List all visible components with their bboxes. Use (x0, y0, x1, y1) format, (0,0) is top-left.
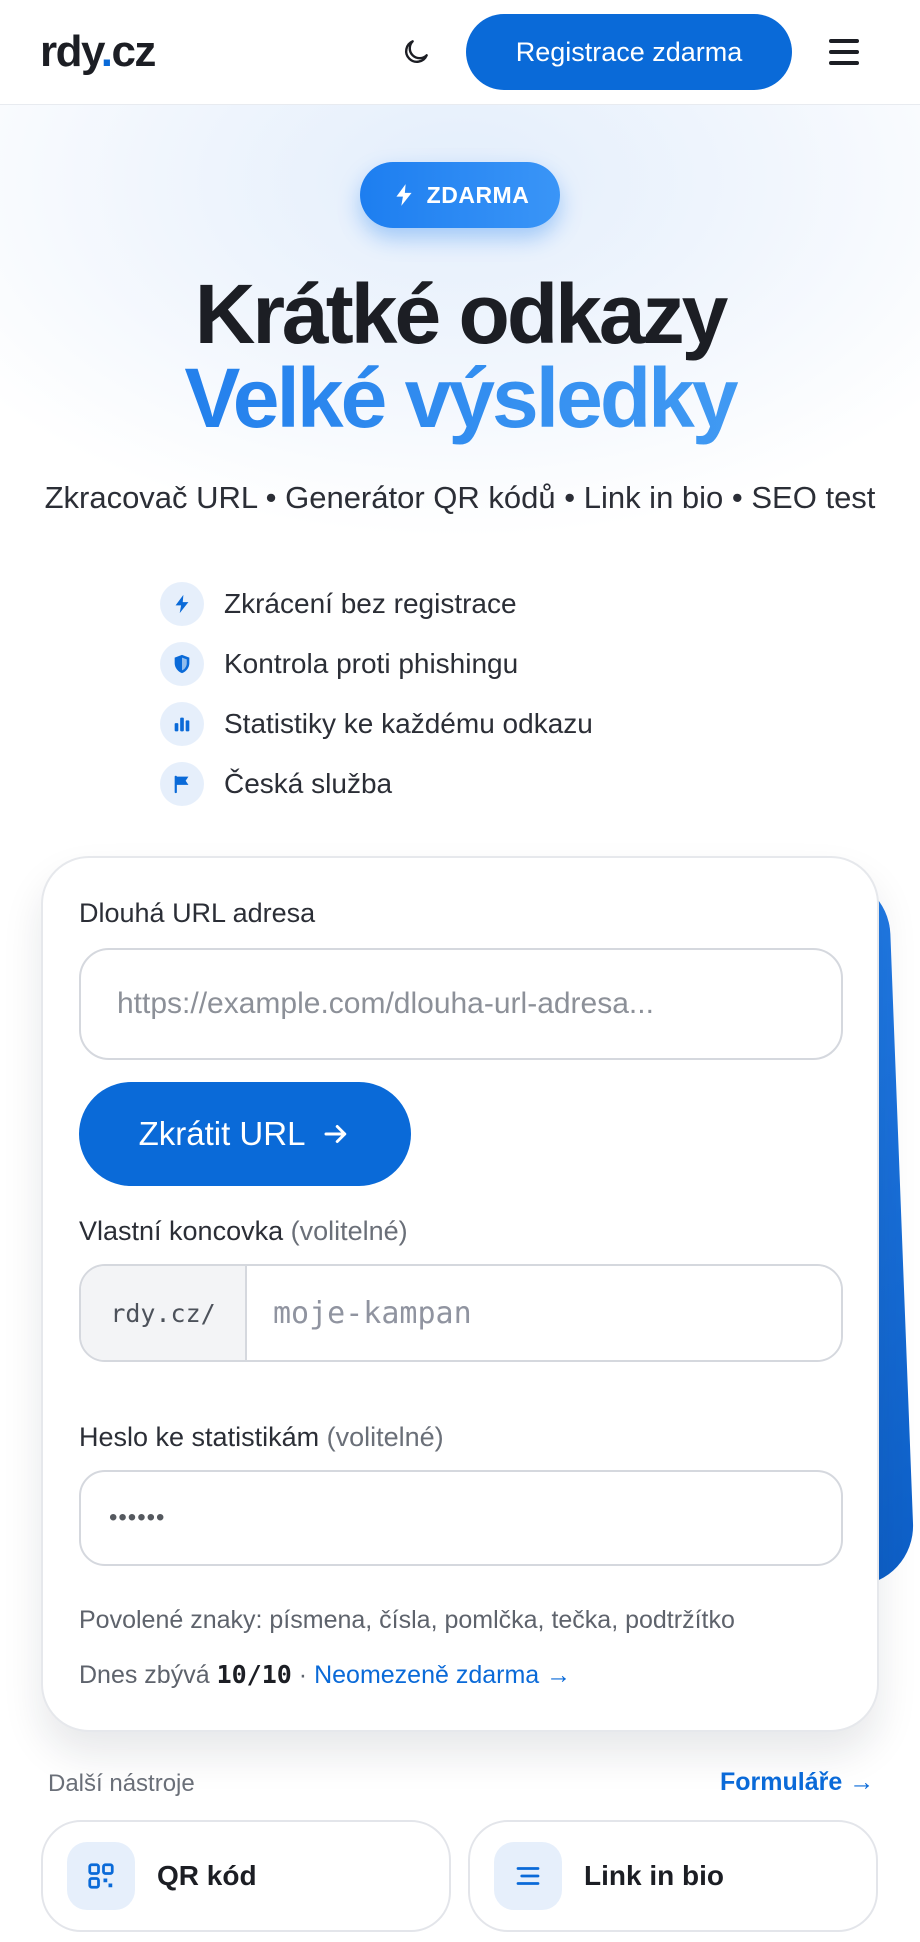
qr-code-icon (67, 1842, 135, 1910)
badge-label: ZDARMA (426, 181, 530, 208)
feature-item: Kontrola proti phishingu (160, 634, 593, 694)
logo-text: rdy (40, 27, 102, 76)
password-input[interactable] (79, 1470, 843, 1566)
bar-chart-icon (160, 702, 204, 746)
feature-label: Zkrácení bez registrace (224, 588, 517, 619)
quota-prefix: Dnes zbývá (79, 1661, 210, 1689)
tool-link-in-bio[interactable]: Link in bio (468, 1820, 878, 1932)
slug-prefix: rdy.cz/ (81, 1266, 247, 1360)
password-optional-note: (volitelné) (326, 1422, 444, 1452)
feature-item: Česká služba (160, 754, 593, 814)
shorten-button-label: Zkrátit URL (138, 1115, 306, 1152)
feature-label: Česká služba (224, 768, 393, 799)
feature-item: Zkrácení bez registrace (160, 574, 593, 634)
slug-field: rdy.cz/ (79, 1264, 843, 1362)
bolt-icon (396, 184, 412, 206)
more-tools-label: Další nástroje (48, 1770, 195, 1797)
url-label: Dlouhá URL adresa (79, 898, 316, 928)
menu-line (829, 61, 859, 65)
slug-optional-note: (volitelné) (290, 1216, 408, 1246)
register-button[interactable]: Registrace zdarma (466, 14, 792, 90)
shorten-form-card: Dlouhá URL adresa Zkrátit URL Vlastní ko… (41, 856, 879, 1732)
forms-link[interactable]: Formuláře → (720, 1768, 874, 1797)
logo-dot: . (100, 27, 113, 76)
shield-icon (160, 642, 204, 686)
logo[interactable]: rdy.cz (40, 27, 156, 77)
allowed-chars-hint: Povolené znaky: písmena, čísla, pomlčka,… (79, 1606, 735, 1634)
logo-tld: cz (111, 27, 156, 76)
flag-icon (160, 762, 204, 806)
quota-separator: · (298, 1661, 308, 1689)
moon-icon (405, 40, 428, 63)
menu-line (829, 39, 859, 43)
feature-label: Kontrola proti phishingu (224, 648, 519, 679)
shorten-button[interactable]: Zkrátit URL (79, 1082, 411, 1186)
dark-mode-toggle[interactable] (394, 30, 438, 74)
free-badge: ZDARMA (360, 162, 560, 228)
arrow-right-icon (324, 1125, 347, 1143)
hero-title-line2: Velké výsledky (0, 350, 920, 447)
hero-subtitle: Zkracovač URL • Generátor QR kódů • Link… (44, 480, 876, 515)
hero-title-line1: Krátké odkazy (194, 267, 729, 361)
url-input[interactable] (79, 948, 843, 1060)
menu-line (829, 50, 859, 54)
feature-item: Statistiky ke každému odkazu (160, 694, 593, 754)
unlimited-free-link[interactable]: Neomezeně zdarma → (314, 1661, 571, 1689)
password-label: Heslo ke statistikám (volitelné) (79, 1422, 444, 1453)
slug-label-text: Vlastní koncovka (79, 1216, 284, 1246)
feature-label: Statistiky ke každému odkazu (224, 708, 593, 739)
quota-value: 10/10 (216, 1660, 292, 1689)
feature-list: Zkrácení bez registrace Kontrola proti p… (160, 574, 593, 814)
slug-input[interactable] (247, 1266, 841, 1360)
password-label-text: Heslo ke statistikám (79, 1422, 320, 1452)
daily-quota: Dnes zbývá 10/10 · Neomezeně zdarma → (79, 1660, 571, 1690)
tool-qr-code[interactable]: QR kód (41, 1820, 451, 1932)
tool-label: Link in bio (584, 1860, 724, 1891)
list-icon (494, 1842, 562, 1910)
hamburger-menu-button[interactable] (822, 30, 866, 74)
site-header: rdy.cz Registrace zdarma (0, 0, 920, 105)
slug-label: Vlastní koncovka (volitelné) (79, 1216, 408, 1247)
bolt-icon (160, 582, 204, 626)
tool-label: QR kód (157, 1860, 257, 1891)
